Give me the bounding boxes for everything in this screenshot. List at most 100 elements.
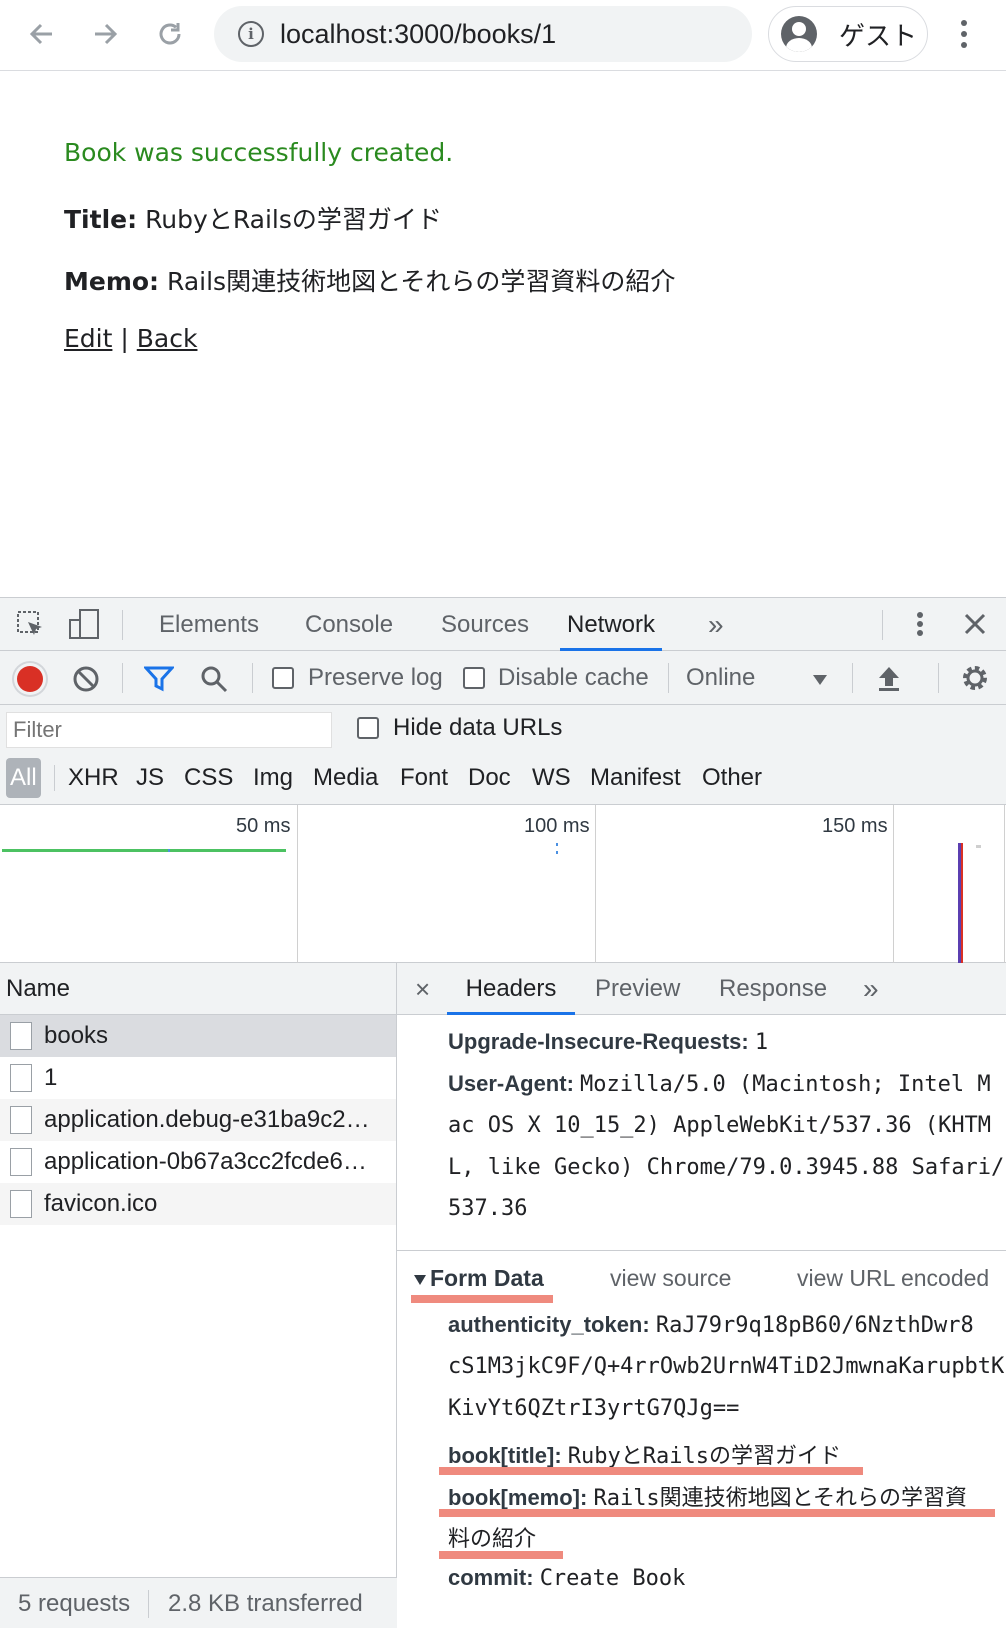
network-toolbar: Preserve log Disable cache Online (0, 651, 1006, 705)
record-icon[interactable] (17, 666, 43, 692)
title-value: RubyとRailsの学習ガイド (145, 205, 442, 234)
flash-notice: Book was successfully created. (64, 138, 454, 167)
clear-icon[interactable] (72, 665, 100, 698)
type-filter-media[interactable]: Media (313, 758, 378, 798)
edit-link[interactable]: Edit (64, 324, 112, 353)
hide-data-urls-label: Hide data URLs (393, 714, 563, 741)
request-row[interactable]: application-0b67a3cc2fcde6… (0, 1141, 396, 1183)
tab-network[interactable]: Network (560, 598, 662, 651)
request-row[interactable]: favicon.ico (0, 1183, 396, 1225)
view-url-encoded-link[interactable]: view URL encoded (797, 1265, 989, 1292)
device-toggle-icon[interactable] (68, 608, 102, 645)
close-details-icon[interactable]: × (415, 963, 430, 1015)
highlight-underline (411, 1295, 553, 1303)
disable-cache-checkbox[interactable] (463, 667, 485, 689)
tab-headers[interactable]: Headers (447, 963, 575, 1015)
gear-icon[interactable] (960, 663, 990, 698)
reload-icon[interactable] (150, 14, 190, 54)
filter-icon[interactable] (142, 665, 176, 698)
timeline-marker-load (961, 843, 963, 963)
timeline-tick-150: 150 ms (822, 815, 888, 837)
memo-value: Rails関連技術地図とそれらの学習資料の紹介 (167, 267, 676, 296)
header-upgrade-insecure: Upgrade-Insecure-Requests: 1 (448, 1029, 769, 1055)
form-commit: commit: Create Book (448, 1565, 686, 1591)
file-icon (10, 1190, 32, 1218)
highlight-underline (439, 1509, 995, 1517)
highlight-underline (439, 1467, 863, 1475)
profile-button[interactable]: ゲスト (768, 6, 928, 62)
back-link[interactable]: Back (137, 324, 198, 353)
type-filter-ws[interactable]: WS (532, 758, 571, 798)
form-data-title[interactable]: Form Data (430, 1265, 544, 1292)
info-icon[interactable]: i (238, 21, 264, 47)
token-continued: KivYt6QZtrI3yrtG7QJg== (448, 1396, 740, 1421)
tab-elements[interactable]: Elements (159, 598, 259, 651)
tab-preview[interactable]: Preview (595, 963, 680, 1015)
form-book-title: book[title]: RubyとRailsの学習ガイド (448, 1443, 841, 1469)
type-filter-css[interactable]: CSS (184, 758, 233, 798)
request-details: × Headers Preview Response » Upgrade-Ins… (397, 963, 1006, 1628)
close-devtools-icon[interactable] (962, 611, 988, 642)
timeline-tick-50: 50 ms (236, 815, 291, 837)
devtools-tab-bar: Elements Console Sources Network » (0, 598, 1006, 651)
disable-cache-label: Disable cache (498, 664, 649, 691)
action-links: Edit | Back (64, 324, 197, 353)
request-row[interactable]: books (0, 1015, 396, 1057)
highlight-underline (439, 1551, 563, 1559)
throttle-select[interactable]: Online (686, 664, 755, 692)
expand-triangle-icon[interactable] (413, 1273, 427, 1291)
network-status-bar: 5 requests 2.8 KB transferred (0, 1577, 397, 1628)
type-filter-other[interactable]: Other (702, 758, 762, 798)
view-source-link[interactable]: view source (610, 1265, 731, 1292)
script-file-icon (10, 1106, 32, 1134)
type-filter-img[interactable]: Img (253, 758, 293, 798)
address-bar[interactable]: i localhost:3000/books/1 (214, 6, 752, 62)
request-row[interactable]: 1 (0, 1057, 396, 1099)
type-filter-xhr[interactable]: XHR (68, 758, 119, 798)
type-filter-js[interactable]: JS (136, 758, 164, 798)
tab-console[interactable]: Console (305, 598, 393, 651)
hide-data-urls-checkbox[interactable] (357, 717, 379, 739)
tab-response[interactable]: Response (719, 963, 827, 1015)
type-filter-doc[interactable]: Doc (468, 758, 511, 798)
more-detail-tabs-icon[interactable]: » (863, 963, 879, 1015)
preserve-log-checkbox[interactable] (272, 667, 294, 689)
request-list: Name books 1 application.debug-e31ba9c2…… (0, 963, 397, 1628)
more-tabs-icon[interactable]: » (708, 598, 724, 651)
url-text[interactable]: localhost:3000/books/1 (280, 19, 556, 50)
search-icon[interactable] (200, 665, 228, 698)
request-count: 5 requests (18, 1590, 131, 1617)
avatar-icon (781, 16, 817, 52)
forward-arrow-icon[interactable] (85, 14, 125, 54)
timeline-bar-books (2, 849, 286, 852)
title-line: Title: RubyとRailsの学習ガイド (64, 200, 442, 236)
type-filter-font[interactable]: Font (400, 758, 448, 798)
user-agent-continued: ac OS X 10_15_2) AppleWebKit/537.36 (KHT… (448, 1113, 992, 1138)
profile-label: ゲスト (839, 20, 918, 51)
chevron-down-icon[interactable] (812, 673, 828, 691)
user-agent-continued: 537.36 (448, 1196, 528, 1221)
preserve-log-label: Preserve log (308, 664, 443, 691)
name-column-header[interactable]: Name (0, 963, 396, 1015)
timeline-overview[interactable]: 50 ms 100 ms 150 ms (0, 805, 1006, 963)
import-har-icon[interactable] (876, 664, 902, 697)
tab-sources[interactable]: Sources (441, 598, 529, 651)
filter-bar: Hide data URLs All XHR JS CSS Img Media … (0, 705, 1006, 805)
filter-input[interactable] (6, 712, 332, 748)
timeline-tick-100: 100 ms (524, 815, 590, 837)
details-tab-bar: × Headers Preview Response » (397, 963, 1006, 1015)
devtools-panel: Elements Console Sources Network » Prese… (0, 597, 1006, 1628)
browser-menu-icon[interactable] (950, 16, 978, 52)
user-agent-continued: L, like Gecko) Chrome/79.0.3945.88 Safar… (448, 1155, 1005, 1180)
token-continued: cS1M3jkC9F/Q+4rrOwb2UrnW4TiD2JmwnaKarupb… (448, 1354, 1005, 1379)
type-filter-all[interactable]: All (6, 758, 41, 798)
inspect-element-icon[interactable] (16, 610, 46, 645)
form-authenticity-token: authenticity_token: RaJ79r9q18pB60/6Nzth… (448, 1312, 974, 1338)
form-book-memo: book[memo]: Rails関連技術地図とそれらの学習資 (448, 1485, 968, 1511)
memo-line: Memo: Rails関連技術地図とそれらの学習資料の紹介 (64, 262, 675, 298)
type-filter-manifest[interactable]: Manifest (590, 758, 681, 798)
memo-label: Memo: (64, 267, 160, 296)
devtools-menu-icon[interactable] (906, 608, 934, 640)
back-arrow-icon[interactable] (22, 14, 62, 54)
request-row[interactable]: application.debug-e31ba9c2… (0, 1099, 396, 1141)
